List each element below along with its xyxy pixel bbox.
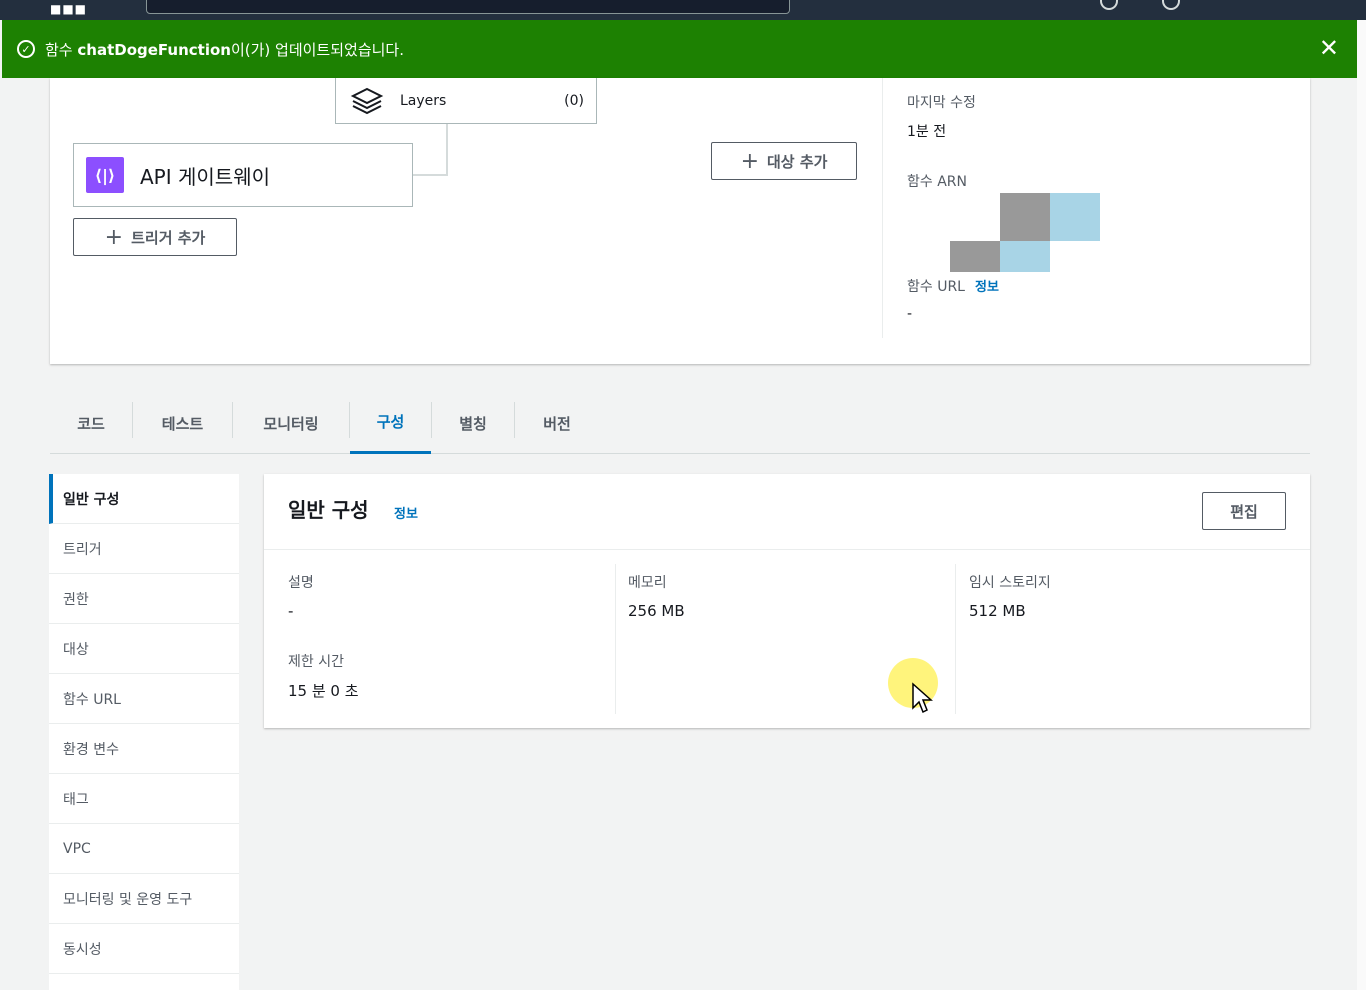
layers-label: Layers bbox=[400, 92, 447, 109]
check-circle-icon: ✓ bbox=[17, 40, 35, 58]
sidenav-tags[interactable]: 태그 bbox=[49, 774, 239, 824]
general-configuration-panel: 일반 구성 정보 편집 설명 - 제한 시간 15 분 0 초 메모리 256 … bbox=[264, 474, 1310, 728]
tab-aliases[interactable]: 별칭 bbox=[432, 392, 514, 454]
diagram-connector bbox=[446, 124, 448, 174]
edit-button[interactable]: 편집 bbox=[1202, 492, 1286, 530]
redacted-arn-block bbox=[1050, 193, 1100, 241]
flash-message: 함수 chatDogeFunction이(가) 업데이트되었습니다. bbox=[45, 39, 404, 60]
api-gateway-icon: ⟨|⟩ bbox=[86, 157, 124, 193]
timeout-label: 제한 시간 bbox=[288, 654, 344, 670]
cloudshell-icon[interactable] bbox=[1100, 0, 1118, 10]
column-divider bbox=[615, 564, 616, 714]
add-target-label: 대상 추가 bbox=[767, 152, 828, 171]
redacted-arn-block bbox=[1000, 241, 1050, 272]
function-url-label: 함수 URL bbox=[907, 279, 965, 295]
panel-info-link[interactable]: 정보 bbox=[394, 503, 418, 522]
timeout-value: 15 분 0 초 bbox=[288, 682, 359, 700]
tab-test[interactable]: 테스트 bbox=[133, 392, 232, 454]
sidenav-monitoring-tools[interactable]: 모니터링 및 운영 도구 bbox=[49, 874, 239, 924]
sidenav-general-configuration[interactable]: 일반 구성 bbox=[49, 474, 239, 524]
flash-function-name: chatDogeFunction bbox=[77, 40, 231, 59]
sidenav-concurrency[interactable]: 동시성 bbox=[49, 924, 239, 974]
configuration-side-nav: 일반 구성 트리거 권한 대상 함수 URL 환경 변수 태그 VPC 모니터링… bbox=[49, 474, 239, 990]
success-flash-banner: ✓ 함수 chatDogeFunction이(가) 업데이트되었습니다. ✕ bbox=[2, 20, 1357, 78]
sidenav-vpc[interactable]: VPC bbox=[49, 824, 239, 874]
plus-icon: + bbox=[740, 148, 759, 174]
tab-monitoring[interactable]: 모니터링 bbox=[233, 392, 349, 454]
tab-configuration[interactable]: 구성 bbox=[350, 392, 431, 454]
last-modified-label: 마지막 수정 bbox=[907, 95, 976, 111]
services-grid-icon[interactable]: ■■■ bbox=[50, 2, 87, 16]
sidenav-environment-variables[interactable]: 환경 변수 bbox=[49, 724, 239, 774]
function-overview-card: Layers (0) ⟨|⟩ API 게이트웨이 + 트리거 추가 + 대상 추… bbox=[50, 78, 1310, 364]
layers-box[interactable]: Layers (0) bbox=[335, 78, 597, 124]
function-url-value: - bbox=[907, 306, 913, 322]
trigger-label: API 게이트웨이 bbox=[140, 164, 270, 189]
add-trigger-label: 트리거 추가 bbox=[131, 228, 206, 247]
redacted-arn-block bbox=[950, 241, 1000, 272]
add-trigger-button[interactable]: + 트리거 추가 bbox=[73, 218, 237, 256]
function-tabs: 코드 테스트 모니터링 구성 별칭 버전 bbox=[50, 392, 1310, 454]
layers-count: (0) bbox=[564, 92, 584, 109]
plus-icon: + bbox=[104, 224, 124, 250]
sidenav-function-url[interactable]: 함수 URL bbox=[49, 674, 239, 724]
add-target-button[interactable]: + 대상 추가 bbox=[711, 142, 857, 180]
ephemeral-storage-value: 512 MB bbox=[969, 602, 1026, 620]
flash-suffix: 이(가) 업데이트되었습니다. bbox=[230, 40, 404, 59]
sidenav-permissions[interactable]: 권한 bbox=[49, 574, 239, 624]
function-url-info-link[interactable]: 정보 bbox=[975, 280, 999, 295]
function-url-label-row: 함수 URL 정보 bbox=[907, 276, 999, 296]
memory-label: 메모리 bbox=[628, 575, 667, 591]
function-arn-label: 함수 ARN bbox=[907, 174, 967, 190]
sidenav-destinations[interactable]: 대상 bbox=[49, 624, 239, 674]
sidenav-triggers[interactable]: 트리거 bbox=[49, 524, 239, 574]
help-icon[interactable] bbox=[1162, 0, 1180, 10]
trigger-api-gateway[interactable]: ⟨|⟩ API 게이트웨이 bbox=[73, 143, 413, 207]
flash-prefix: 함수 bbox=[45, 40, 78, 59]
ephemeral-storage-label: 임시 스토리지 bbox=[969, 575, 1051, 591]
memory-value: 256 MB bbox=[628, 602, 685, 620]
search-input[interactable] bbox=[146, 0, 790, 14]
description-value: - bbox=[288, 602, 294, 620]
redacted-arn-block bbox=[1000, 193, 1050, 241]
layers-icon bbox=[350, 87, 384, 114]
diagram-connector bbox=[412, 174, 448, 176]
overview-divider bbox=[882, 78, 883, 338]
close-icon[interactable]: ✕ bbox=[1319, 34, 1339, 62]
column-divider bbox=[955, 564, 956, 714]
last-modified-value: 1분 전 bbox=[907, 124, 947, 140]
description-label: 설명 bbox=[288, 575, 314, 591]
panel-header: 일반 구성 정보 편집 bbox=[264, 474, 1310, 550]
top-navigation-bar: ■■■ bbox=[0, 0, 1366, 20]
panel-title: 일반 구성 bbox=[288, 498, 369, 522]
tab-versions[interactable]: 버전 bbox=[515, 392, 599, 454]
mouse-pointer-icon bbox=[912, 682, 933, 714]
tab-code[interactable]: 코드 bbox=[50, 392, 132, 454]
scrollbar-track[interactable] bbox=[1357, 20, 1366, 990]
